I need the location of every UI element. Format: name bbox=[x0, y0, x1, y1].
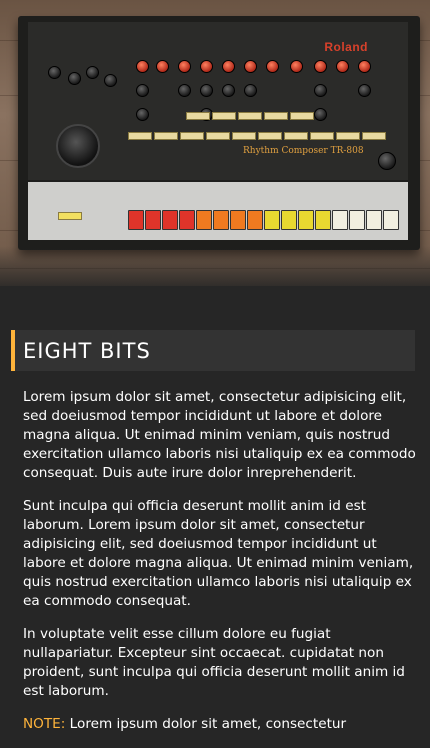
paragraph: In voluptate velit esse cillum dolore eu… bbox=[23, 626, 405, 699]
note-paragraph: NOTE: Lorem ipsum dolor sit amet, consec… bbox=[23, 715, 417, 734]
brand-logo: Roland bbox=[324, 40, 368, 54]
tempo-dial bbox=[56, 124, 100, 168]
step-buttons-panel bbox=[28, 182, 408, 240]
section-title: EIGHT BITS bbox=[23, 339, 151, 363]
section-title-bar: EIGHT BITS bbox=[11, 330, 415, 371]
control-panel: Roland Rhythm Composer TR-808 bbox=[28, 22, 408, 180]
paragraph: Sunt inculpa qui officia deserunt mollit… bbox=[23, 498, 414, 609]
model-label: Rhythm Composer TR-808 bbox=[243, 146, 364, 156]
paragraph: Lorem ipsum dolor sit amet, consectetur … bbox=[23, 389, 416, 481]
hero-image: Roland Rhythm Composer TR-808 bbox=[0, 0, 430, 286]
article-body: Lorem ipsum dolor sit amet, consectetur … bbox=[23, 388, 417, 748]
drum-machine: Roland Rhythm Composer TR-808 bbox=[18, 16, 420, 250]
